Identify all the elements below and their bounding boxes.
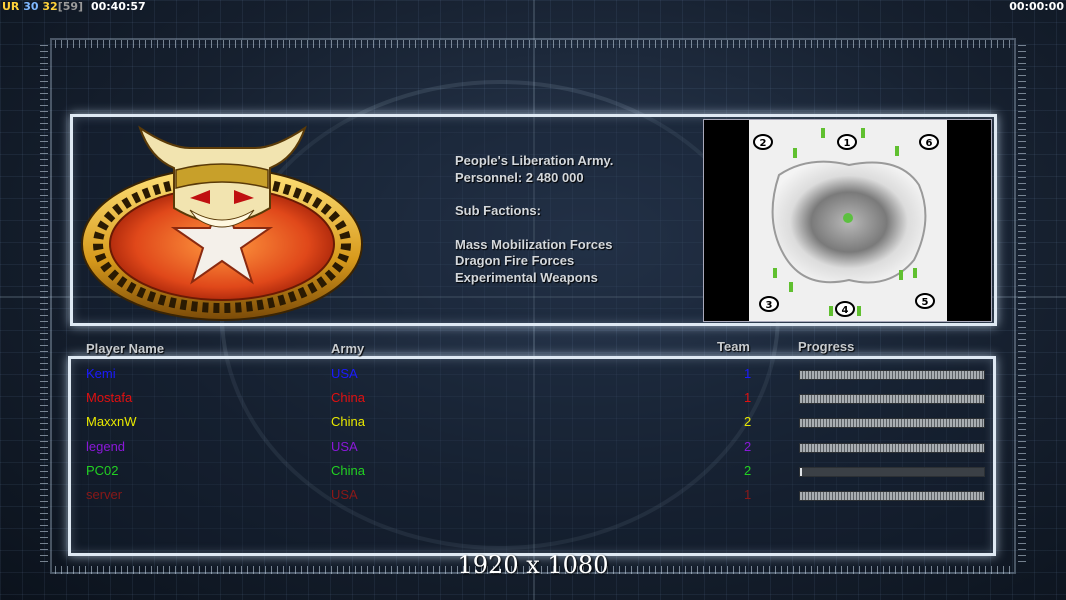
minimap-terrain: 1 2 3 4 5 6: [749, 120, 947, 321]
start-slot-5: 5: [922, 297, 929, 308]
progress-bar: [799, 466, 985, 477]
player-army: USA: [331, 438, 358, 454]
hud-value-59: [59]: [57, 0, 84, 13]
player-team: 1: [744, 366, 752, 381]
progress-bar: [799, 370, 985, 380]
player-team: 2: [744, 438, 752, 454]
hud-clock-right: 00:00:00: [1009, 0, 1064, 13]
start-slot-3: 3: [766, 300, 773, 311]
player-name: Kemi: [86, 366, 116, 381]
player-army: USA: [331, 487, 358, 502]
player-army: China: [331, 390, 365, 406]
hud-value-32: 32: [42, 0, 58, 13]
player-row: legend USA 2: [86, 439, 986, 459]
player-team: 2: [744, 462, 752, 478]
player-name: Mostafa: [86, 390, 133, 406]
player-army: USA: [331, 366, 358, 381]
progress-bar: [799, 491, 985, 501]
ruler-top: [55, 40, 1015, 48]
minimap: 1 2 3 4 5 6: [703, 119, 992, 322]
player-row: Kemi USA 1: [86, 366, 986, 386]
progress-bar: [799, 394, 985, 405]
faction-name: People's Liberation Army.: [455, 153, 614, 168]
hud-ur-label: UR: [2, 0, 20, 13]
header-army: Army: [331, 341, 365, 356]
player-row: MaxxnW China 2: [86, 414, 986, 434]
ruler-right: [1018, 45, 1026, 565]
player-team: 1: [744, 487, 752, 502]
start-slot-2: 2: [760, 138, 767, 149]
player-name: legend: [86, 438, 126, 454]
player-row: Mostafa China 1: [86, 390, 986, 410]
player-name: PC02: [86, 462, 119, 478]
player-team: 1: [744, 390, 752, 406]
progress-bar: [799, 418, 985, 429]
sub-faction-3: Experimental Weapons: [455, 269, 598, 285]
player-row: server USA 1: [86, 487, 986, 507]
start-slot-4: 4: [842, 305, 849, 316]
start-slot-1: 1: [844, 138, 851, 149]
sub-faction-2: Dragon Fire Forces: [455, 253, 575, 268]
player-row: PC02 China 2: [86, 463, 986, 483]
sub-faction-1: Mass Mobilization Forces: [455, 236, 613, 252]
player-name: MaxxnW: [86, 414, 137, 430]
player-army: China: [331, 414, 365, 430]
resolution-label: 1920 x 1080: [457, 551, 609, 579]
china-faction-emblem-icon: [81, 125, 363, 321]
player-army: China: [331, 462, 365, 478]
hud-stats: UR 30 32[59] 00:40:57: [2, 0, 146, 13]
progress-bar: [799, 442, 985, 453]
sub-factions-header: Sub Factions:: [455, 203, 541, 218]
ruler-left: [40, 45, 48, 565]
hud-value-30: 30: [23, 0, 39, 13]
header-team: Team: [717, 339, 750, 354]
faction-info: People's Liberation Army. Personnel: 2 4…: [455, 153, 613, 286]
header-player-name: Player Name: [86, 341, 165, 356]
hud-clock-left: 00:40:57: [90, 0, 146, 13]
header-progress: Progress: [798, 339, 855, 354]
faction-personnel: Personnel: 2 480 000: [455, 169, 584, 185]
player-name: server: [86, 487, 123, 502]
player-team: 2: [744, 414, 752, 430]
start-slot-6: 6: [926, 138, 933, 149]
